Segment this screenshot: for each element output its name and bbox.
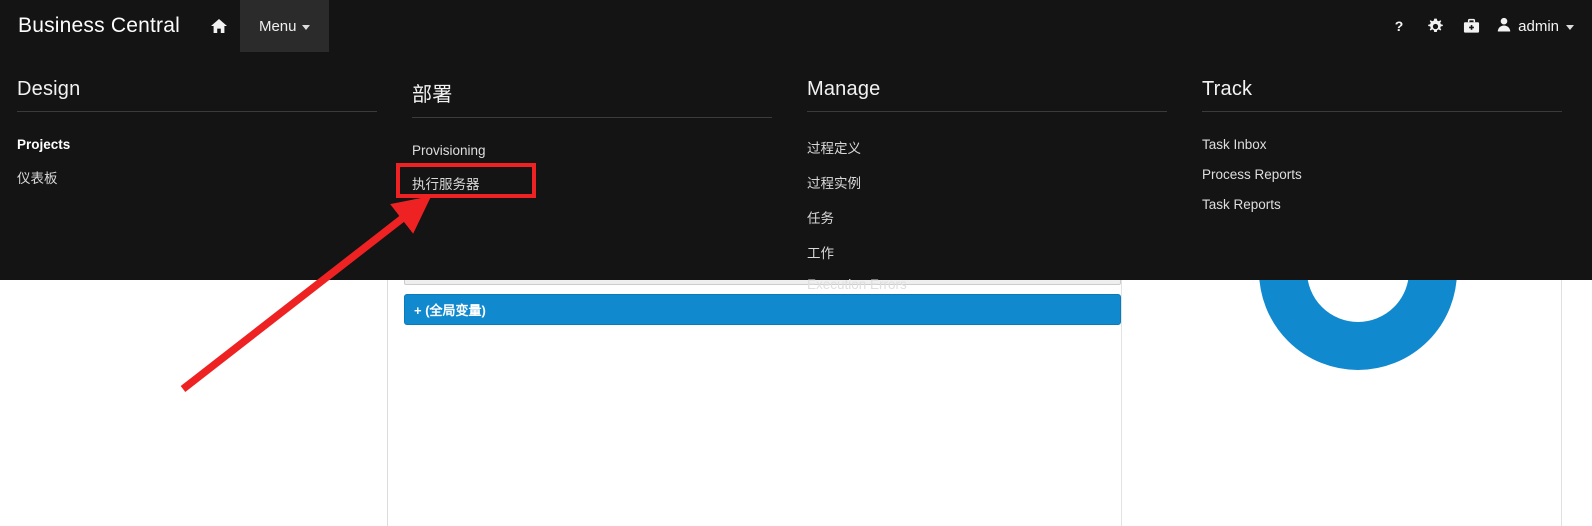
menu-item-task-inbox[interactable]: Task Inbox	[1202, 129, 1562, 159]
divider	[1202, 111, 1562, 112]
question-mark-icon[interactable]: ?	[1381, 0, 1417, 52]
top-navbar: Business Central Menu ? admin	[0, 0, 1592, 52]
menu-item-process-reports[interactable]: Process Reports	[1202, 159, 1562, 189]
svg-text:?: ?	[1395, 18, 1404, 34]
home-icon[interactable]	[198, 0, 240, 52]
plus-icon: +	[414, 303, 422, 318]
menu-item-tasks[interactable]: 任务	[807, 199, 1167, 234]
user-name: admin	[1518, 17, 1559, 35]
menu-item-provisioning[interactable]: Provisioning	[412, 135, 772, 165]
menu-item-task-reports[interactable]: Task Reports	[1202, 189, 1562, 219]
app-root: 数据对象 + 调用方法 在这里添加输入数据和期望值. + EXPECT myte…	[0, 0, 1592, 526]
menu-item-process-definitions[interactable]: 过程定义	[807, 129, 1167, 164]
divider	[807, 111, 1167, 112]
navbar-actions: ? admin	[1381, 0, 1592, 52]
divider	[412, 117, 772, 118]
menu-item-jobs[interactable]: 工作	[807, 234, 1167, 269]
chevron-down-icon	[1566, 25, 1574, 30]
menu-item-projects[interactable]: Projects	[17, 129, 377, 159]
menu-label: Menu	[258, 17, 297, 35]
menu-button[interactable]: Menu	[239, 0, 330, 52]
gear-icon[interactable]	[1417, 0, 1453, 52]
toolbox-icon[interactable]	[1453, 0, 1489, 52]
navbar-spacer	[329, 0, 1381, 52]
menu-item-process-instances[interactable]: 过程实例	[807, 164, 1167, 199]
global-variable-label: (全局变量)	[425, 303, 486, 318]
menu-column-title: Manage	[807, 78, 881, 100]
menu-column-title: Design	[17, 78, 81, 100]
menu-item-execution-servers[interactable]: 执行服务器	[412, 165, 772, 200]
user-menu[interactable]: admin	[1489, 17, 1574, 36]
user-avatar-icon	[1497, 17, 1511, 36]
mega-menu: Design Projects 仪表板 部署 Provisioning 执行服务…	[0, 52, 1592, 292]
menu-column-title: Track	[1202, 78, 1253, 100]
menu-column-deploy: 部署 Provisioning 执行服务器	[395, 78, 790, 280]
menu-item-execution-errors[interactable]: Execution Errors	[807, 269, 1167, 299]
divider	[17, 111, 377, 112]
menu-item-dashboards[interactable]: 仪表板	[17, 159, 377, 194]
chevron-down-icon	[302, 25, 311, 30]
menu-column-title: 部署	[412, 84, 453, 106]
menu-column-manage: Manage 过程定义 过程实例 任务 工作 Execution Errors	[790, 78, 1185, 292]
menu-column-design: Design Projects 仪表板	[0, 78, 395, 280]
menu-column-track: Track Task Inbox Process Reports Task Re…	[1185, 78, 1580, 280]
app-brand: Business Central	[18, 14, 180, 37]
